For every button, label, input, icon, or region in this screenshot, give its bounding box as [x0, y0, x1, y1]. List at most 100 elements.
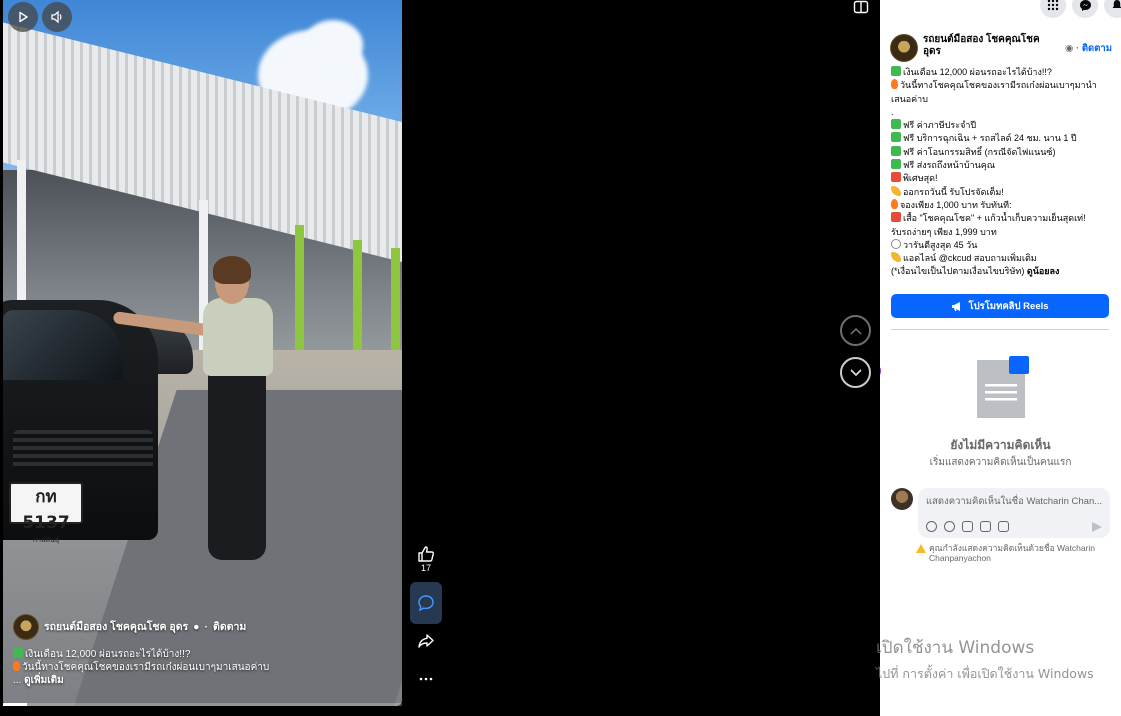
reel-video[interactable]: กท 5137 กาฬสินธุ์ รถยนต์มือสอง โชคคุณโชค…: [3, 0, 402, 706]
post-text: พิเศษสุด!: [903, 173, 938, 184]
post-body-line: ฟรี ส่งรถถึงหน้าบ้านคุณ: [891, 159, 1113, 172]
gift-emoji-icon: [891, 212, 901, 223]
video-pillar: [353, 240, 362, 360]
see-less-link[interactable]: ดูน้อยลง: [1027, 266, 1060, 276]
messenger-icon: [1079, 0, 1091, 11]
megaphone-icon: [952, 301, 961, 311]
grid-menu-icon: [1047, 0, 1059, 11]
comment-input[interactable]: แสดงความคิดเห็นในชื่อ Watcharin Chan...: [918, 488, 1110, 538]
caption-author-row: รถยนต์มือสอง โชคคุณโชค อุดร ● · ติดตาม: [13, 614, 393, 640]
share-button[interactable]: [410, 632, 442, 650]
globe-icon: ●: [193, 620, 200, 633]
post-body-last-line: (*เงื่อนไขเป็นไปตามเงื่อนไขบริษัท) ดูน้อ…: [891, 265, 1113, 278]
windows-activation-watermark: เปิดใช้งาน Windows ไปที่ การตั้งค่า เพื่…: [876, 634, 1094, 684]
more-button[interactable]: [410, 676, 442, 682]
play-icon: [19, 11, 28, 23]
post-text: วันนี้ทางโชคคุณโชคของเรามีรถเก๋งผ่อนเบาๆ…: [900, 80, 1097, 91]
share-icon: [418, 634, 434, 648]
emoji-icon[interactable]: [944, 521, 955, 532]
check-emoji-icon: [13, 648, 23, 658]
no-comments-subtitle: เริ่มแสดงความคิดเห็นเป็นคนแรก: [929, 457, 1072, 468]
comment-identity-notice: คุณกำลังแสดงความคิดเห็นด้วยชื่อ Watchari…: [916, 543, 1106, 563]
chevron-up-icon: [849, 327, 862, 335]
promote-label: โปรโมทคลิป Reels: [968, 300, 1049, 312]
notice-text: คุณกำลังแสดงความคิดเห็นด้วยชื่อ Watchari…: [929, 543, 1096, 563]
volume-button[interactable]: [42, 2, 72, 32]
volume-icon: [51, 10, 62, 24]
globe-icon: ◉: [1065, 43, 1074, 54]
avatar-sticker-icon[interactable]: [926, 521, 937, 532]
video-progress-bar[interactable]: [3, 703, 402, 706]
follow-row: ◉ · ติดตาม: [1065, 43, 1112, 54]
post-text: วารันตีสูงสุด 45 วัน: [903, 239, 978, 250]
page-avatar[interactable]: [890, 34, 918, 62]
post-body-line: วันนี้ทางโชคคุณโชคของเรามีรถเก๋งผ่อนเบาๆ…: [891, 79, 1113, 92]
caption-line: เงินเดือน 12,000 ผ่อนรถอะไรได้บ้าง!!?: [13, 648, 393, 661]
collapse-panel-button[interactable]: [853, 0, 869, 19]
check-emoji-icon: [891, 145, 901, 156]
post-description: เงินเดือน 12,000 ผ่อนรถอะไรได้บ้าง!!? วัน…: [880, 66, 1113, 376]
sticker-icon[interactable]: [998, 521, 1009, 532]
post-body-line: ออกรถวันนี้ รับโปรจัดเต็ม!: [891, 185, 1113, 199]
reels-stage: กท 5137 กาฬสินธุ์ รถยนต์มือสอง โชคคุณโชค…: [0, 0, 880, 716]
author-avatar[interactable]: [13, 614, 39, 640]
post-text: เงินเดือน 12,000 ผ่อนรถอะไรได้บ้าง!!?: [903, 67, 1052, 77]
fire-emoji-icon: [891, 198, 898, 209]
post-text: เสนอค่าบ: [891, 93, 928, 104]
previous-reel-button[interactable]: [840, 315, 871, 346]
post-text: ฟรี ค่าโอนกรรมสิทธิ์ (กรณีจัดไฟแนนซ์): [903, 146, 1056, 157]
post-header: รถยนต์มือสอง โชคคุณโชค อุดร ◉ · ติดตาม: [890, 34, 1112, 62]
gif-icon[interactable]: [980, 521, 991, 532]
promote-reels-button[interactable]: โปรโมทคลิป Reels: [891, 294, 1109, 318]
play-button[interactable]: [8, 2, 38, 32]
video-person-top: [203, 298, 273, 376]
reel-info-panel: รถยนต์มือสอง โชคคุณโชค อุดร ◉ · ติดตาม เ…: [880, 0, 1121, 716]
comment-composer: แสดงความคิดเห็นในชื่อ Watcharin Chan...: [891, 488, 1113, 538]
post-body-line: เสนอค่าบ: [891, 93, 1113, 106]
post-body-line: พิเศษสุด!: [891, 172, 1113, 185]
post-body-line: เสื้อ "โชคคุณโชค" + แก้วน้ำเก็บความเย็นส…: [891, 212, 1113, 225]
notifications-button[interactable]: [1104, 0, 1121, 18]
current-user-avatar[interactable]: [891, 488, 913, 510]
follow-link[interactable]: ติดตาม: [1082, 43, 1112, 54]
caption-text: วันนี้ทางโชคคุณโชคของเรามีรถเก๋งผ่อนเบาๆ…: [22, 662, 270, 673]
messenger-button[interactable]: [1072, 0, 1098, 18]
more-icon: [419, 677, 433, 681]
fire-emoji-icon: [13, 661, 20, 671]
video-progress-fill: [3, 703, 27, 706]
video-person-pants: [208, 370, 266, 560]
camera-icon[interactable]: [962, 521, 973, 532]
caption-see-more[interactable]: ดูเพิ่มเติม: [24, 675, 64, 686]
heart-emoji-icon: [891, 238, 901, 249]
fire-emoji-icon: [891, 79, 898, 90]
video-pillar: [295, 225, 304, 365]
comment-button[interactable]: [410, 582, 442, 624]
caption-text: เงินเดือน 12,000 ผ่อนรถอะไรได้บ้าง!!?: [25, 649, 191, 660]
like-button[interactable]: 17: [410, 545, 442, 573]
post-text: .: [891, 106, 894, 117]
panel-divider: [891, 329, 1109, 330]
post-text: เสื้อ "โชคคุณโชค" + แก้วน้ำเก็บความเย็นส…: [903, 213, 1086, 224]
post-author-name[interactable]: รถยนต์มือสอง โชคคุณโชค อุดร: [923, 34, 1060, 62]
video-car-grille: [13, 430, 153, 470]
check-emoji-icon: [891, 132, 901, 143]
post-body-line: แอดไลน์ @ckcud สอบถามเพิ่มเติม: [891, 252, 1113, 265]
send-icon[interactable]: [1092, 521, 1102, 532]
check-emoji-icon: [891, 159, 901, 170]
caption-follow-link[interactable]: ติดตาม: [213, 621, 246, 634]
watermark-subtitle: ไปที่ การตั้งค่า เพื่อเปิดใช้งาน Windows: [876, 666, 1094, 681]
post-text: ฟรี ค่าภาษีประจำปี: [903, 120, 977, 131]
warning-icon: [916, 544, 926, 553]
chevron-down-icon: [849, 368, 862, 376]
video-cloud: [303, 20, 363, 70]
caption-line: ... ดูเพิ่มเติม: [13, 675, 64, 686]
watermark-title: เปิดใช้งาน Windows: [876, 638, 1035, 658]
post-text: จองเพียง 1,000 บาท รับทันที:: [900, 199, 1012, 210]
post-body-line: จองเพียง 1,000 บาท รับทันที:: [891, 198, 1113, 212]
next-reel-button[interactable]: [840, 357, 871, 388]
menu-button[interactable]: [1040, 0, 1066, 18]
panel-toggle-icon: [853, 0, 869, 14]
caption-author-name[interactable]: รถยนต์มือสอง โชคคุณโชค อุดร: [44, 621, 188, 634]
check-emoji-icon: [891, 66, 901, 76]
post-body-line: เงินเดือน 12,000 ผ่อนรถอะไรได้บ้าง!!?: [891, 66, 1113, 79]
